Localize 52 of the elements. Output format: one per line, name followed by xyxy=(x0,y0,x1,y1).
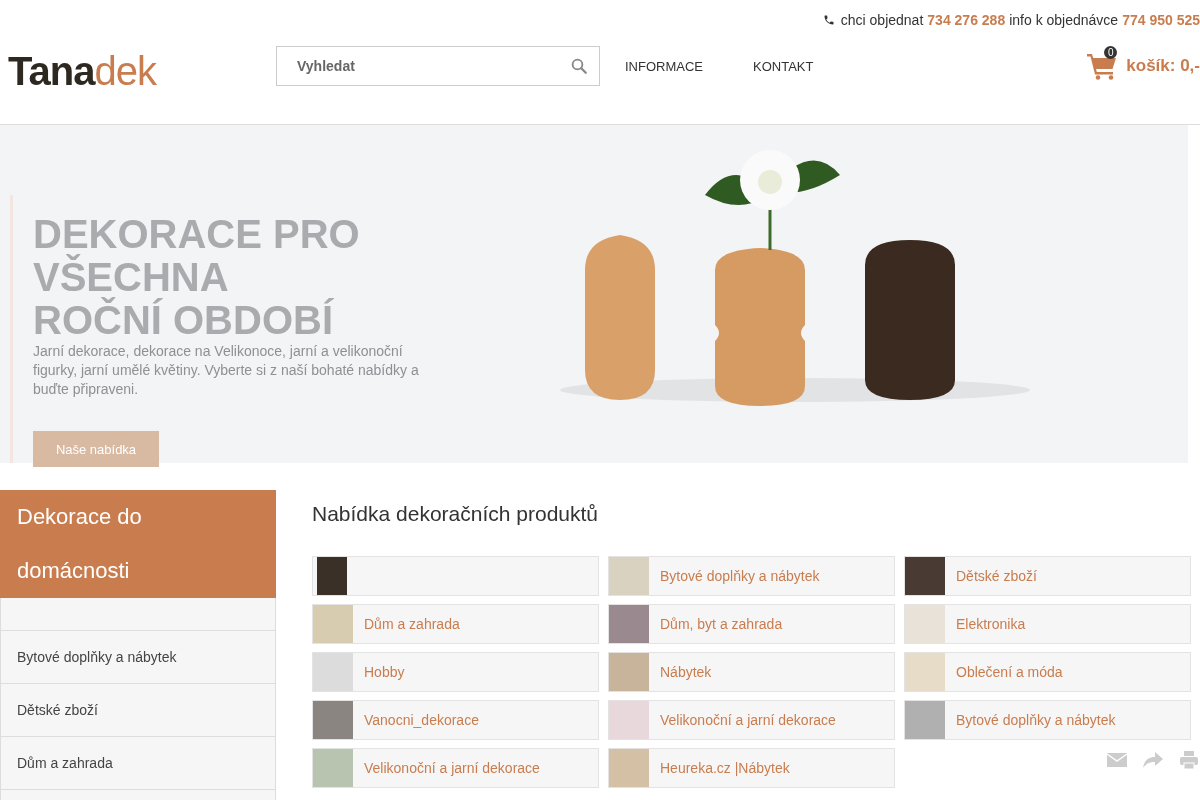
order-phone: 734 276 288 xyxy=(927,12,1006,28)
sidebar-item[interactable]: Dům a zahrada xyxy=(0,737,276,790)
photo-placeholder xyxy=(609,701,649,739)
product-category-link[interactable]: Vanocni_dekorace xyxy=(312,700,599,740)
cart-count-badge: 0 xyxy=(1104,46,1118,59)
mail-icon[interactable] xyxy=(1106,750,1128,770)
product-category-link[interactable]: Heureka.cz |Nábytek xyxy=(608,748,895,788)
product-category-link[interactable]: Velikonoční a jarní dekorace xyxy=(608,700,895,740)
sidebar-item[interactable] xyxy=(0,598,276,631)
order-label: chci objednat xyxy=(840,12,924,28)
cart-label[interactable]: košík: 0,- xyxy=(1126,56,1200,76)
product-category-link[interactable]: Hobby xyxy=(312,652,599,692)
photo-placeholder xyxy=(905,653,945,691)
product-category-link[interactable]: Velikonoční a jarní dekorace xyxy=(312,748,599,788)
photo-placeholder xyxy=(317,557,347,595)
info-phone: 774 950 525 xyxy=(1122,12,1200,28)
nav-link[interactable]: KONTAKT xyxy=(753,58,814,74)
photo-placeholder xyxy=(313,749,353,787)
phone-icon xyxy=(822,14,835,26)
search-icon[interactable] xyxy=(570,57,588,75)
photo-placeholder xyxy=(609,557,649,595)
hero-text: Jarní dekorace, dekorace na Velikonoce, jarní a velikonoční figurky, jarní umělé květiny. Vyberte si z naší bohaté nabídky a buďte připraveni. xyxy=(33,342,420,399)
nav-link[interactable]: INFORMACE xyxy=(625,58,703,74)
sidebar-item[interactable]: Dětské zboží xyxy=(0,684,276,737)
product-category-link[interactable]: Dům a zahrada xyxy=(312,604,599,644)
product-category-link[interactable]: Dětské zboží xyxy=(904,556,1191,596)
photo-placeholder xyxy=(313,605,353,643)
logo[interactable]: Tanadek xyxy=(8,51,156,91)
section-heading: Nabídka dekoračních produktů xyxy=(312,502,599,526)
sidebar-item[interactable]: Bytové doplňky a nábytek xyxy=(0,631,276,684)
product-category-link[interactable] xyxy=(312,556,599,596)
print-icon[interactable] xyxy=(1178,750,1200,770)
photo-placeholder xyxy=(609,653,649,691)
photo-placeholder xyxy=(905,605,945,643)
product-category-link[interactable]: Nábytek xyxy=(608,652,895,692)
search-field[interactable]: Vyhledat xyxy=(276,46,600,86)
photo-placeholder xyxy=(905,557,945,595)
photo-placeholder xyxy=(905,701,945,739)
photo-placeholder xyxy=(313,701,353,739)
product-category-link[interactable]: Bytové doplňky a nábytek xyxy=(904,700,1191,740)
product-category-link[interactable]: Elektronika xyxy=(904,604,1191,644)
info-label: info k objednávce xyxy=(1009,12,1119,28)
category-title: Dekorace do domácnosti xyxy=(0,490,276,598)
photo-placeholder xyxy=(313,653,353,691)
photo-placeholder xyxy=(609,749,649,787)
offer-button[interactable]: Naše nabídka xyxy=(33,431,159,467)
hero-title: DEKORACE PRO VŠECHNA ROČNÍ OBDOBÍ xyxy=(33,213,361,342)
share-icon[interactable] xyxy=(1142,750,1164,770)
product-category-link[interactable]: Dům, byt a zahrada xyxy=(608,604,895,644)
product-category-link[interactable]: Bytové doplňky a nábytek xyxy=(608,556,895,596)
product-category-link[interactable]: Oblečení a móda xyxy=(904,652,1191,692)
photo-placeholder xyxy=(609,605,649,643)
